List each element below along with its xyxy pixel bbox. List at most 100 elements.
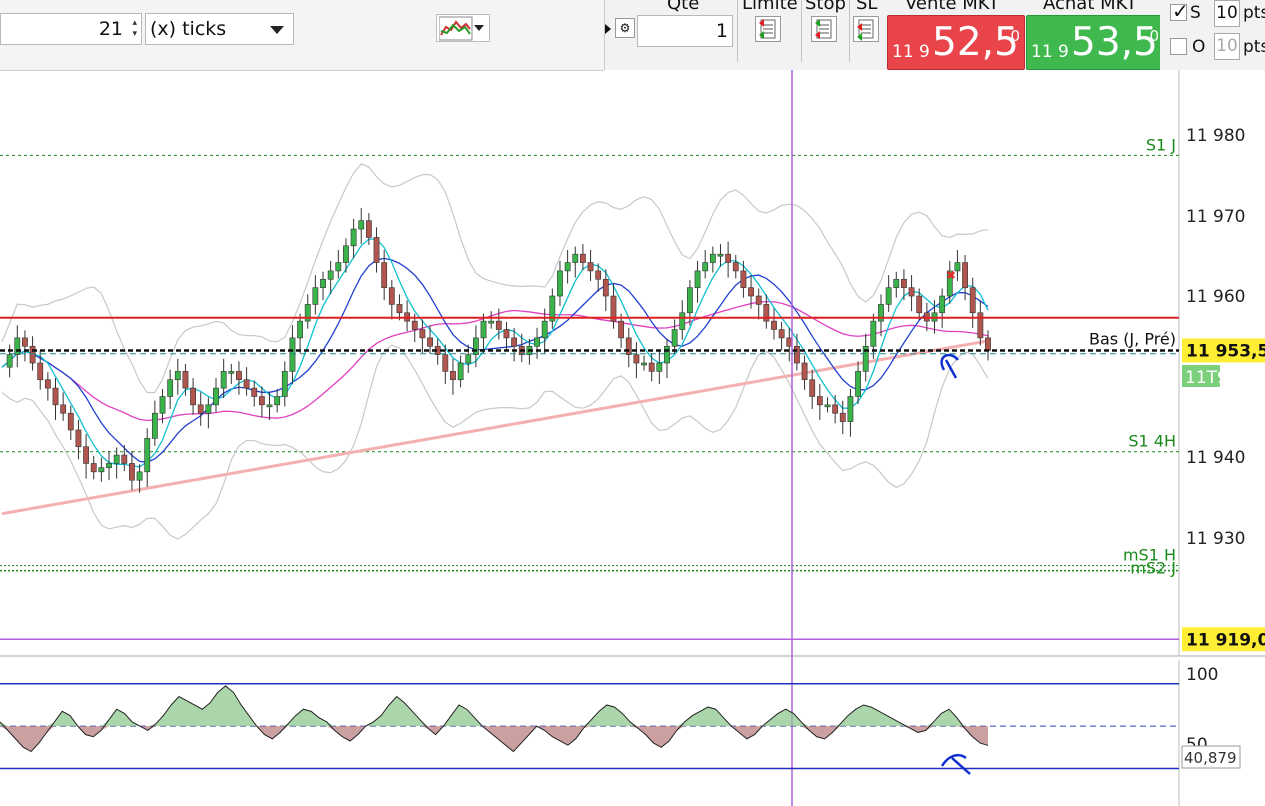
candle-body [167,379,174,397]
candle-body [320,278,326,288]
candle-body [297,320,303,339]
candle-body [243,379,250,389]
oscillator-series [0,685,989,753]
candle-body [847,396,854,422]
ma-long-line [1,300,989,421]
candle-body [350,228,357,247]
candle-body [197,404,204,414]
candle-body [472,337,479,355]
candle-body [679,312,686,330]
bollinger-upper [1,163,989,394]
hand-drawn-annotation[interactable] [940,754,971,775]
y-tick-label: 11 970 [1186,207,1245,227]
candle-body [870,320,877,347]
candle-body [572,253,579,263]
candle-body [98,467,105,473]
candle-body [182,371,189,389]
candle-body [534,337,540,347]
candle-body [151,412,158,439]
candle-body [281,371,288,397]
level-label-s1-4h: S1 4H [1128,432,1176,451]
cursor-price-value: 11 919,0 [1186,630,1265,650]
candle-body [442,354,449,372]
candle-body [419,329,426,339]
candle-body [457,362,464,381]
candle-body [694,270,701,288]
candle-body [465,354,472,364]
candle-body [327,270,334,280]
candle-body [106,463,112,468]
candle-body [83,446,89,464]
candle-body [312,287,319,305]
candle-body [541,320,548,339]
ma-200-line [1,339,989,516]
candle-body [373,237,380,263]
candle-body [786,337,793,347]
candle-body [511,337,518,347]
candle-body [343,245,349,263]
candle-body [564,262,571,272]
candle-body [113,454,120,464]
candle-body [687,287,693,314]
candle-body [220,371,227,389]
candle-body [977,312,984,339]
candle-body [381,262,388,288]
candle-body [121,454,128,464]
y-tick-label: 11 930 [1186,529,1245,549]
candle-body [740,270,747,288]
candle-body [602,278,609,297]
oscillator-value: 40,879 [1184,749,1237,767]
candle-body [90,463,97,473]
candle-body [480,320,487,339]
candle-body [136,471,143,481]
candle-body [801,362,808,381]
candle-body [648,362,655,372]
candle-body [725,253,732,263]
t-tag-value: 11T950 [1185,368,1249,388]
candle-body [916,295,923,314]
candle-body [450,371,456,381]
candle-body [709,253,716,263]
candle-body [832,404,839,414]
candle-body [159,396,166,414]
candle-body [855,371,861,397]
candle-body [289,337,296,372]
candle-body [396,304,403,314]
candle-body [824,404,831,408]
candle-body [755,295,762,305]
candle-body [664,345,670,364]
close-marker-icon[interactable] [946,270,956,280]
candle-body [939,295,946,314]
candle-body [885,287,892,305]
candle-body [388,287,395,305]
candle-body [495,320,502,330]
oscillator-line [0,685,989,753]
osc-y-tick-label: 100 [1186,665,1218,685]
candle-body [778,329,785,339]
candle-body [14,337,21,355]
y-tick-label: 11 960 [1186,287,1245,307]
level-label-s1-j: S1 J [1146,135,1176,154]
candle-body [595,270,602,280]
candle-body [579,253,586,263]
candle-body [794,345,800,364]
candle-body [656,362,663,372]
y-axis: 11 980 11 970 11 960 11 940 11 930 [1186,126,1245,549]
candle-body [266,404,273,408]
candle-body [839,412,846,422]
candle-body [6,354,13,368]
ma-slow-line [1,257,989,463]
candle-body [732,262,739,272]
candle-body [557,270,563,297]
ma-fast-line [1,238,989,468]
candle-body [985,337,991,351]
candle-body [60,404,67,414]
candle-body [618,320,625,339]
candle-body [954,262,961,272]
candle-body [190,387,196,406]
price-chart[interactable]: 11 980 11 970 11 960 11 940 11 930 S1 J … [0,0,1265,806]
hand-drawn-annotation[interactable] [940,353,959,379]
level-label-ms2-j: mS2 J [1130,559,1176,578]
candle-body [228,371,235,374]
candle-body [22,337,28,347]
